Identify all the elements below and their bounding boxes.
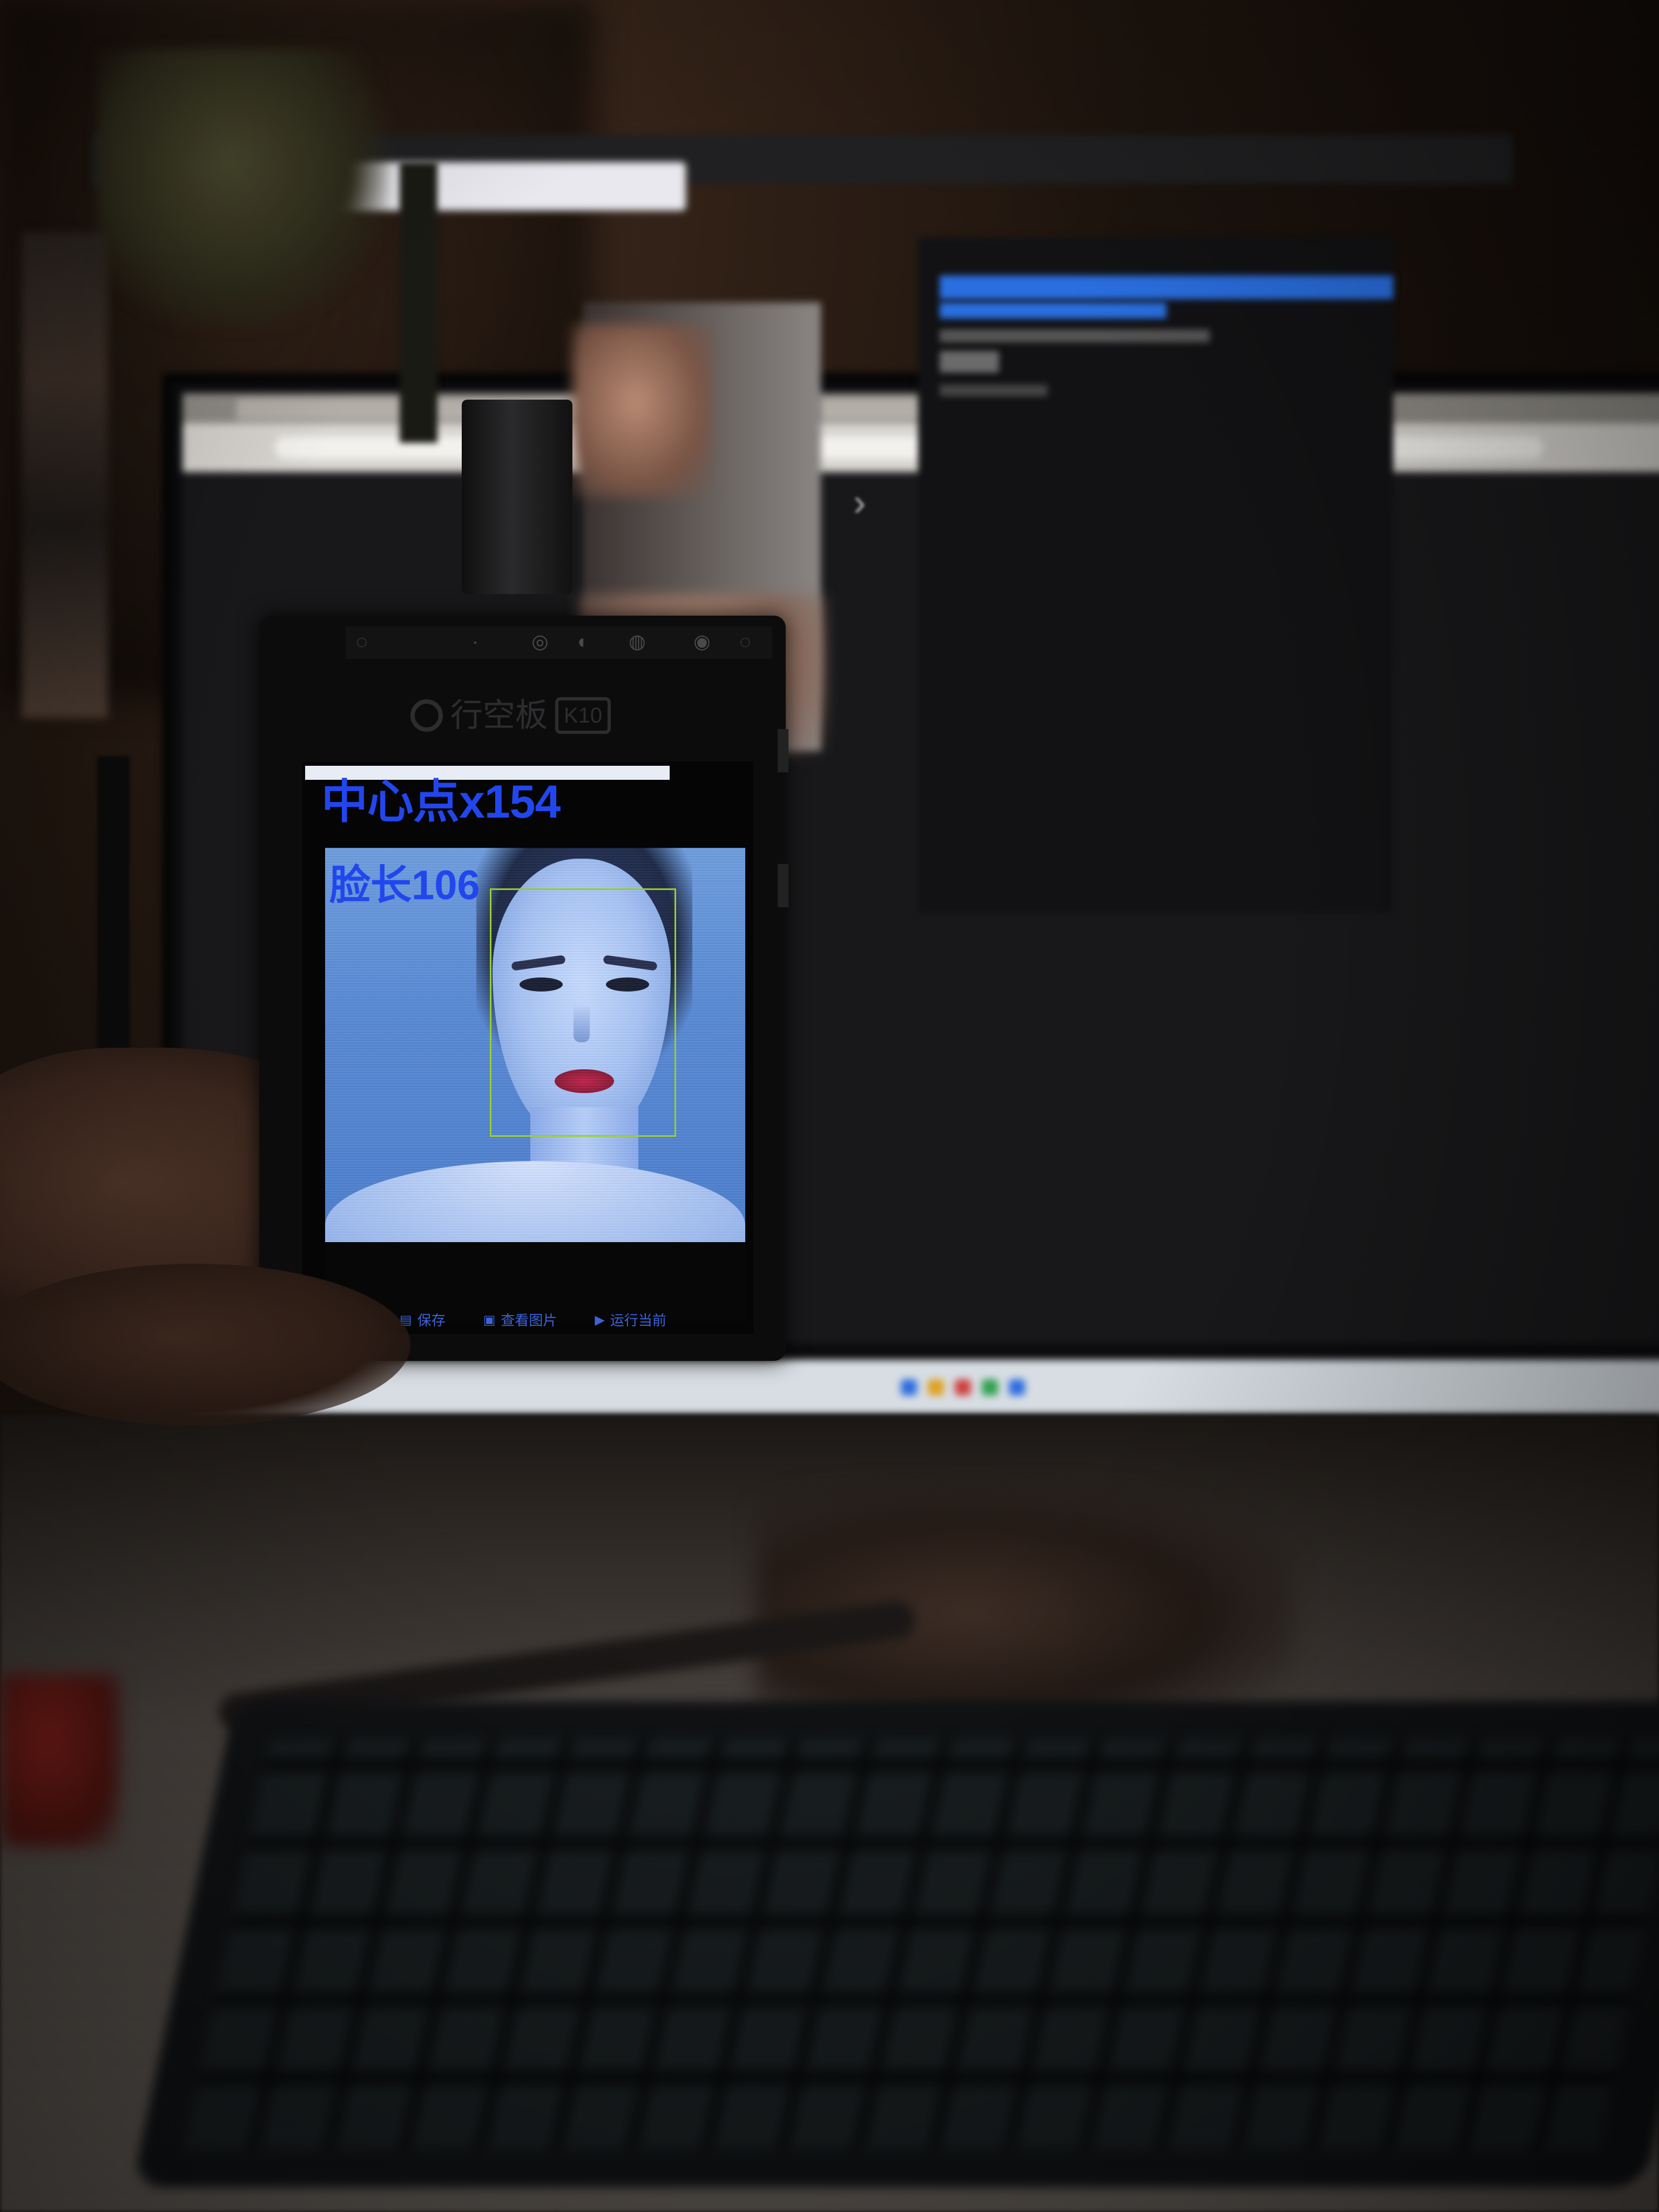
usb-cable	[335, 162, 437, 443]
toolbar-view-image: ▣ 查看图片	[483, 1310, 557, 1331]
red-object	[0, 1674, 119, 1847]
keyboard-keys	[183, 1739, 1659, 2149]
logo-badge: K10	[555, 697, 611, 734]
image-info-button	[940, 351, 999, 373]
image-info-meta	[940, 329, 1210, 342]
image-info-tag	[940, 385, 1048, 396]
side-connector	[778, 729, 788, 772]
toolbar-save: ▤ 保存	[400, 1310, 446, 1331]
image-icon: ▣	[483, 1313, 496, 1327]
board-logo: 行空板 K10	[410, 694, 670, 737]
image-info-title	[940, 275, 1393, 299]
led-icon: ·	[472, 630, 478, 652]
play-icon: ▶	[595, 1313, 605, 1327]
chevron-right-icon: ›	[853, 481, 866, 523]
toolbar-label: 运行当前	[610, 1312, 666, 1328]
temperature-icon: ◍	[629, 630, 646, 652]
logo-circle-icon	[410, 699, 443, 732]
toolbar-run: ▶ 运行当前	[595, 1310, 666, 1331]
logo-text: 行空板	[450, 697, 548, 733]
side-connector	[778, 864, 788, 907]
taskbar-icon	[955, 1379, 971, 1395]
sensor-icon: ◌	[739, 630, 751, 652]
center-point-label: 中心点x154	[321, 776, 561, 828]
board-sensor-strip: ◌ · ◎ ◐ ◍ ◉ ◌	[346, 626, 772, 659]
taskbar-icon	[901, 1379, 917, 1395]
lcd-toolbar: ▤ 保存 ▣ 查看图片 ▶ 运行当前	[400, 1310, 724, 1331]
taskbar-icon	[982, 1379, 998, 1395]
microphone-icon: ◉	[693, 630, 711, 652]
toolbar-label: 查看图片	[501, 1312, 557, 1328]
usb-plug	[462, 400, 572, 594]
wifi-icon: ◌	[356, 630, 368, 652]
photo-scene: › ◌ · ◎ ◐ ◍ ◉ ◌ 行空板 K10 中心点x154 脸长106 ▤ …	[0, 0, 1659, 2212]
toolbar-label: 保存	[417, 1312, 446, 1328]
os-taskbar	[183, 1360, 1659, 1414]
taskbar-icon	[1009, 1379, 1025, 1395]
taskbar-icon	[928, 1379, 944, 1395]
button-icon: ◎	[531, 630, 549, 652]
reference-photo-face	[572, 324, 713, 497]
light-sensor-icon: ◐	[577, 630, 589, 652]
thumbnail-strip	[22, 232, 108, 718]
face-length-label: 脸长106	[329, 862, 480, 908]
image-info-title	[940, 302, 1166, 319]
